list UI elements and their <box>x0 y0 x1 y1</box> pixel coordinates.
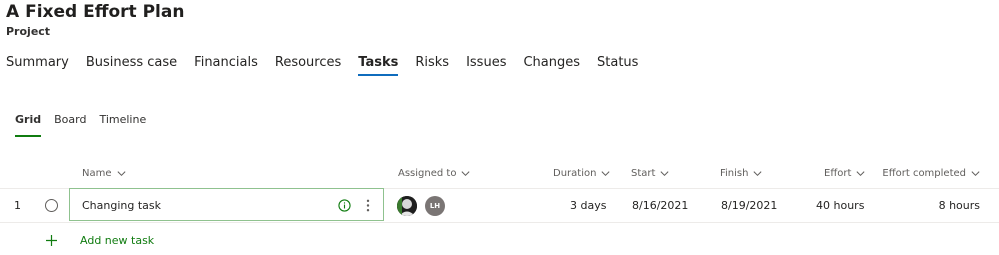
tab-financials[interactable]: Financials <box>194 54 258 80</box>
info-icon[interactable] <box>338 199 351 212</box>
tab-risks[interactable]: Risks <box>415 54 449 80</box>
column-header-label: Name <box>82 167 112 179</box>
chevron-down-icon <box>971 170 980 176</box>
tab-tasks[interactable]: Tasks <box>358 54 399 80</box>
chevron-down-icon <box>660 170 669 176</box>
add-new-task-label: Add new task <box>80 233 155 247</box>
column-header-name[interactable]: Name <box>82 166 127 180</box>
avatar-photo-image <box>397 196 417 216</box>
chevron-down-icon <box>856 170 865 176</box>
column-header-finish[interactable]: Finish <box>720 166 763 180</box>
add-new-task-button[interactable]: Add new task <box>45 232 154 248</box>
chevron-down-icon <box>461 170 470 176</box>
plus-icon <box>46 234 57 246</box>
view-tab-timeline[interactable]: Timeline <box>99 112 146 140</box>
main-tab-bar: Summary Business case Financials Resourc… <box>6 54 638 80</box>
assignee-avatar-photo[interactable] <box>397 196 417 216</box>
tab-status[interactable]: Status <box>597 54 638 80</box>
column-header-effort[interactable]: Effort <box>824 166 866 180</box>
assignee-avatar-initials[interactable]: LH <box>425 196 445 216</box>
task-duration[interactable]: 3 days <box>570 199 606 212</box>
task-start-date[interactable]: 8/16/2021 <box>632 199 688 212</box>
column-header-label: Duration <box>553 167 597 179</box>
more-vertical-icon[interactable] <box>364 198 372 213</box>
task-effort-completed[interactable]: 8 hours <box>939 199 980 212</box>
column-header-label: Effort <box>824 167 852 179</box>
project-title: A Fixed Effort Plan <box>6 2 185 22</box>
chevron-down-icon <box>116 170 126 176</box>
view-tab-bar: Grid Board Timeline <box>15 112 146 140</box>
tab-resources[interactable]: Resources <box>275 54 341 80</box>
column-header-label: Start <box>631 167 656 179</box>
tab-summary[interactable]: Summary <box>6 54 69 80</box>
column-header-label: Finish <box>720 167 749 179</box>
view-tab-grid[interactable]: Grid <box>15 112 42 140</box>
view-tab-board[interactable]: Board <box>54 112 86 140</box>
column-header-label: Assigned to <box>398 167 457 179</box>
column-header-effort-completed[interactable]: Effort completed <box>882 166 981 180</box>
row-index: 1 <box>14 199 21 212</box>
chevron-down-icon <box>753 170 762 176</box>
record-type-label: Project <box>6 25 51 38</box>
chevron-down-icon <box>601 170 610 176</box>
row-divider <box>0 222 999 223</box>
column-header-duration[interactable]: Duration <box>553 166 611 180</box>
column-header-label: Effort completed <box>882 167 966 179</box>
tab-changes[interactable]: Changes <box>523 54 580 80</box>
tab-issues[interactable]: Issues <box>466 54 506 80</box>
task-finish-date[interactable]: 8/19/2021 <box>721 199 777 212</box>
column-header-assigned-to[interactable]: Assigned to <box>398 166 471 180</box>
task-name[interactable]: Changing task <box>82 199 161 212</box>
tab-business-case[interactable]: Business case <box>86 54 177 80</box>
status-circle-icon[interactable] <box>45 199 58 212</box>
task-effort[interactable]: 40 hours <box>816 199 864 212</box>
column-header-start[interactable]: Start <box>631 166 670 180</box>
